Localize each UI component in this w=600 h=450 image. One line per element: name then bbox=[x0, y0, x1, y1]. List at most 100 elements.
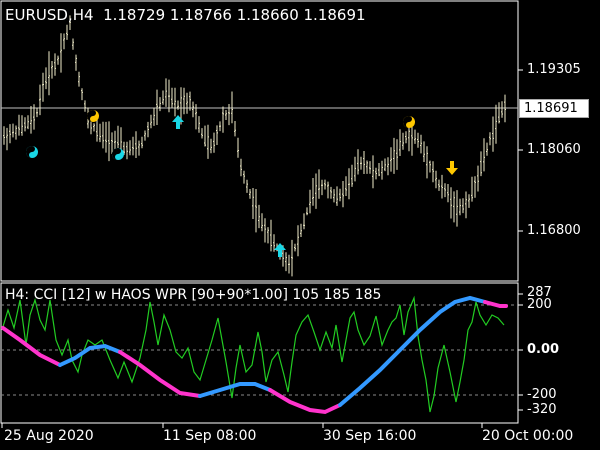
price-bar bbox=[414, 129, 416, 144]
price-bar bbox=[501, 101, 503, 118]
up-arrow-cyan-icon bbox=[172, 115, 184, 129]
price-bar bbox=[345, 176, 347, 196]
price-bar bbox=[72, 38, 74, 50]
price-bar bbox=[252, 188, 254, 219]
price-bar bbox=[30, 106, 32, 134]
price-bar bbox=[39, 84, 41, 116]
price-bar bbox=[378, 163, 380, 177]
price-bar bbox=[57, 55, 59, 65]
price-bar bbox=[222, 106, 224, 133]
price-bar bbox=[363, 151, 365, 174]
price-bar bbox=[405, 131, 407, 144]
trend-segment bbox=[268, 388, 342, 415]
price-bar bbox=[12, 123, 14, 138]
price-bar bbox=[54, 53, 56, 76]
indicator-title: H4: CCI [12] w HAOS WPR [90+90*1.00] 105… bbox=[5, 287, 382, 303]
price-bar bbox=[192, 101, 194, 118]
time-label: 11 Sep 08:00 bbox=[163, 428, 257, 444]
price-bar bbox=[444, 183, 446, 198]
price-bar bbox=[216, 125, 218, 145]
price-bar bbox=[6, 127, 8, 151]
price-bar bbox=[309, 189, 311, 214]
price-bar bbox=[420, 134, 422, 154]
price-bar bbox=[81, 88, 83, 101]
price-bar bbox=[486, 142, 488, 156]
price-bar bbox=[354, 156, 356, 182]
price-bar bbox=[144, 130, 146, 141]
ohlc-open: 1.18729 bbox=[103, 6, 166, 24]
price-bar bbox=[99, 123, 101, 143]
time-label: 20 Oct 00:00 bbox=[482, 428, 574, 444]
price-bar bbox=[294, 243, 296, 252]
price-bar bbox=[477, 165, 479, 192]
price-bar bbox=[495, 104, 497, 144]
price-bar bbox=[417, 132, 419, 148]
price-bar bbox=[351, 164, 353, 187]
price-bar bbox=[330, 186, 332, 199]
price-bar bbox=[336, 186, 338, 206]
indicator-axis-label: -320 bbox=[527, 402, 557, 417]
price-bar bbox=[432, 161, 434, 183]
chart-canvas[interactable] bbox=[0, 0, 600, 450]
yin-yang-cyan-icon bbox=[112, 148, 124, 160]
price-bar bbox=[375, 167, 377, 180]
price-bar bbox=[129, 140, 131, 156]
price-bar bbox=[300, 223, 302, 237]
price-bar bbox=[162, 90, 164, 105]
main-chart-frame bbox=[0, 0, 519, 282]
price-bar bbox=[174, 87, 176, 117]
up-arrow-cyan-icon bbox=[274, 243, 286, 257]
price-bar bbox=[75, 54, 77, 71]
price-bar bbox=[333, 189, 335, 203]
price-bar bbox=[138, 140, 140, 156]
price-bar bbox=[171, 87, 173, 108]
price-bar bbox=[201, 128, 203, 139]
price-bar bbox=[165, 78, 167, 107]
price-bar bbox=[204, 125, 206, 147]
price-bar bbox=[450, 187, 452, 219]
price-bar bbox=[66, 24, 68, 40]
indicator-level-lines bbox=[1, 304, 518, 396]
price-bar bbox=[369, 161, 371, 174]
price-bar bbox=[297, 225, 299, 257]
price-bar bbox=[396, 139, 398, 170]
price-bar bbox=[426, 146, 428, 179]
price-bar bbox=[186, 92, 188, 114]
yin-yang-gold-icon bbox=[87, 110, 99, 122]
time-label: 30 Sep 16:00 bbox=[323, 428, 417, 444]
price-bar bbox=[27, 115, 29, 130]
price-bar bbox=[84, 100, 86, 112]
price-bar bbox=[480, 151, 482, 177]
price-bar bbox=[42, 72, 44, 102]
ohlc-close: 1.18691 bbox=[303, 6, 366, 24]
price-bar bbox=[342, 181, 344, 208]
down-arrow-gold-icon bbox=[446, 161, 458, 175]
ohlc-high: 1.18766 bbox=[169, 6, 232, 24]
price-bar bbox=[36, 107, 38, 118]
trend-segment bbox=[1, 326, 62, 367]
price-bar bbox=[9, 124, 11, 144]
price-bar bbox=[498, 102, 500, 124]
trend-segment bbox=[338, 295, 487, 407]
price-bar bbox=[468, 194, 470, 208]
price-bar bbox=[288, 254, 290, 274]
price-bar bbox=[303, 213, 305, 230]
price-bar bbox=[453, 191, 455, 223]
price-bar bbox=[48, 51, 50, 96]
price-bar bbox=[108, 121, 110, 162]
price-bar bbox=[93, 123, 95, 132]
price-bar bbox=[153, 107, 155, 126]
indicator-axis-label: 0.00 bbox=[527, 342, 560, 357]
price-bar bbox=[219, 121, 221, 132]
price-bar bbox=[471, 176, 473, 202]
price-bar bbox=[126, 141, 128, 160]
price-bar bbox=[141, 136, 143, 149]
price-bar bbox=[18, 114, 20, 136]
price-bar bbox=[198, 116, 200, 133]
price-bar bbox=[474, 176, 476, 198]
price-bar bbox=[321, 179, 323, 196]
price-bar bbox=[324, 179, 326, 190]
price-bar bbox=[225, 110, 227, 120]
price-bar bbox=[249, 189, 251, 199]
price-bar bbox=[447, 184, 449, 203]
